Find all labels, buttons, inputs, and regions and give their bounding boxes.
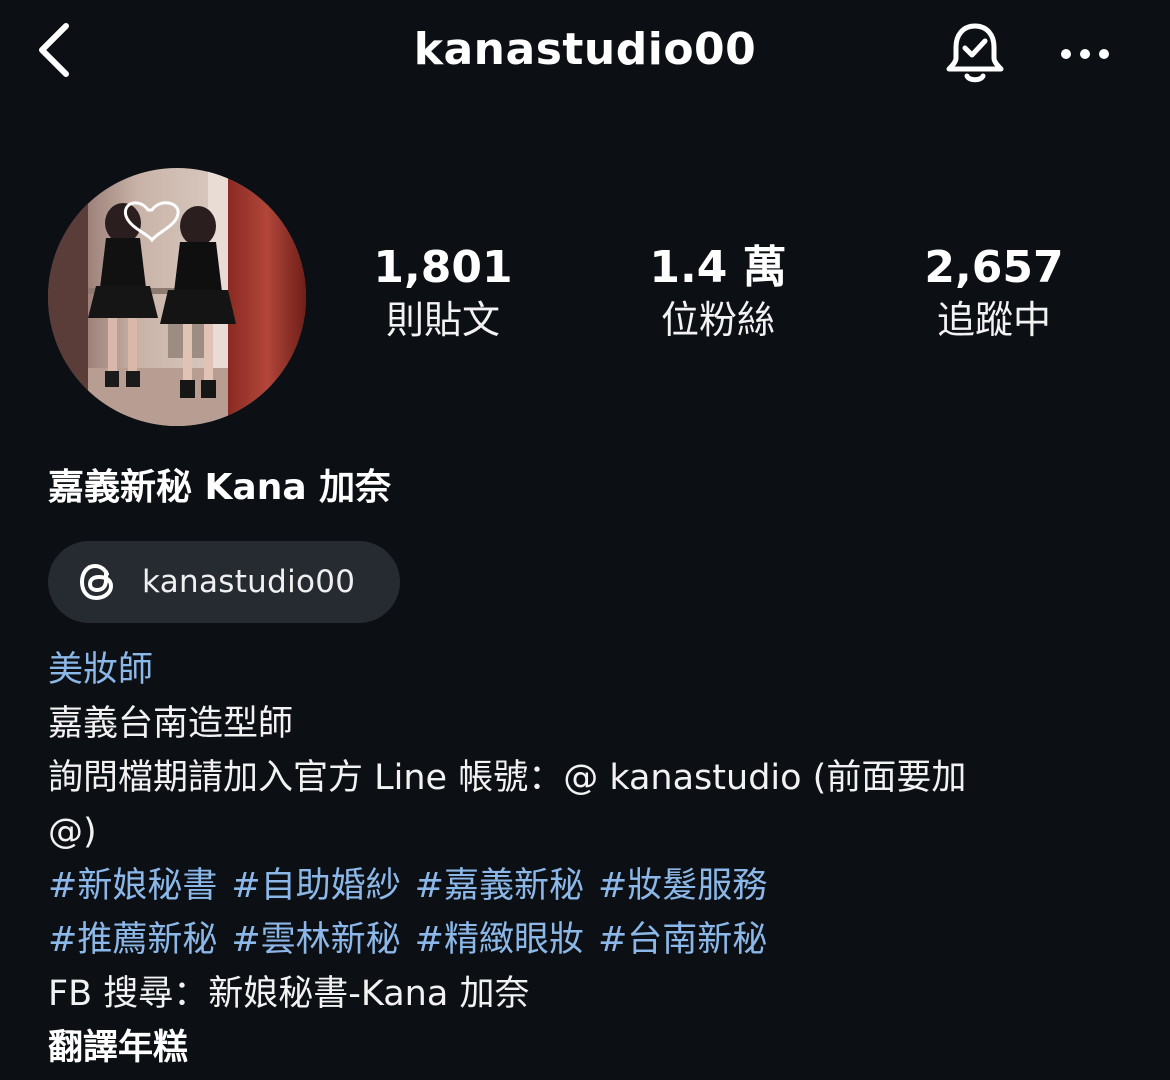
hashtag-link[interactable]: #台南新秘 [598, 913, 767, 967]
hashtag-link[interactable]: #精緻眼妝 [415, 913, 584, 967]
more-horizontal-icon [1061, 49, 1109, 59]
profile-bio: 美妝師 嘉義台南造型師 詢問檔期請加入官方 Line 帳號：@ kanastud… [48, 643, 1148, 1075]
following-label: 追蹤中 [936, 298, 1051, 342]
bio-fb-line: FB 搜尋：新娘秘書-Kana 加奈 [48, 974, 530, 1014]
bio-line-2: 詢問檔期請加入官方 Line 帳號：@ kanastudio (前面要加 [48, 758, 967, 798]
translate-bio-button[interactable]: 翻譯年糕 [48, 1028, 188, 1068]
following-stat[interactable]: 2,657 追蹤中 [884, 240, 1104, 344]
bio-line-1: 嘉義台南造型師 [48, 704, 294, 744]
top-bar: kanastudio00 [0, 0, 1170, 110]
hashtag-link[interactable]: #雲林新秘 [231, 913, 400, 967]
threads-icon [76, 560, 120, 604]
hashtag-link[interactable]: #新娘秘書 [48, 859, 217, 913]
hashtags-row-2: #推薦新秘 #雲林新秘 #精緻眼妝 #台南新秘 [48, 913, 1148, 967]
bio-line-3: @) [48, 812, 97, 852]
posts-label: 則貼文 [385, 298, 500, 342]
posts-count: 1,801 [373, 242, 513, 293]
hashtag-link[interactable]: #妝髮服務 [598, 859, 767, 913]
followers-count: 1.4 萬 [649, 242, 787, 293]
hashtags-row-1: #新娘秘書 #自助婚紗 #嘉義新秘 #妝髮服務 [48, 859, 1148, 913]
followers-label: 位粉絲 [660, 298, 775, 342]
threads-profile-link[interactable]: kanastudio00 [48, 541, 400, 623]
notifications-button[interactable] [938, 16, 1012, 90]
more-options-button[interactable] [1050, 24, 1120, 84]
avatar-photo [48, 168, 306, 426]
profile-avatar[interactable] [48, 168, 306, 426]
following-count: 2,657 [924, 242, 1064, 293]
posts-stat[interactable]: 1,801 則貼文 [333, 240, 553, 344]
threads-handle: kanastudio00 [142, 564, 356, 600]
bell-check-icon [946, 23, 1004, 83]
hashtag-link[interactable]: #嘉義新秘 [415, 859, 584, 913]
bio-category-link[interactable]: 美妝師 [48, 650, 153, 690]
hashtag-link[interactable]: #推薦新秘 [48, 913, 217, 967]
followers-stat[interactable]: 1.4 萬 位粉絲 [608, 240, 828, 344]
profile-display-name: 嘉義新秘 Kana 加奈 [48, 467, 392, 508]
hashtag-link[interactable]: #自助婚紗 [231, 859, 400, 913]
